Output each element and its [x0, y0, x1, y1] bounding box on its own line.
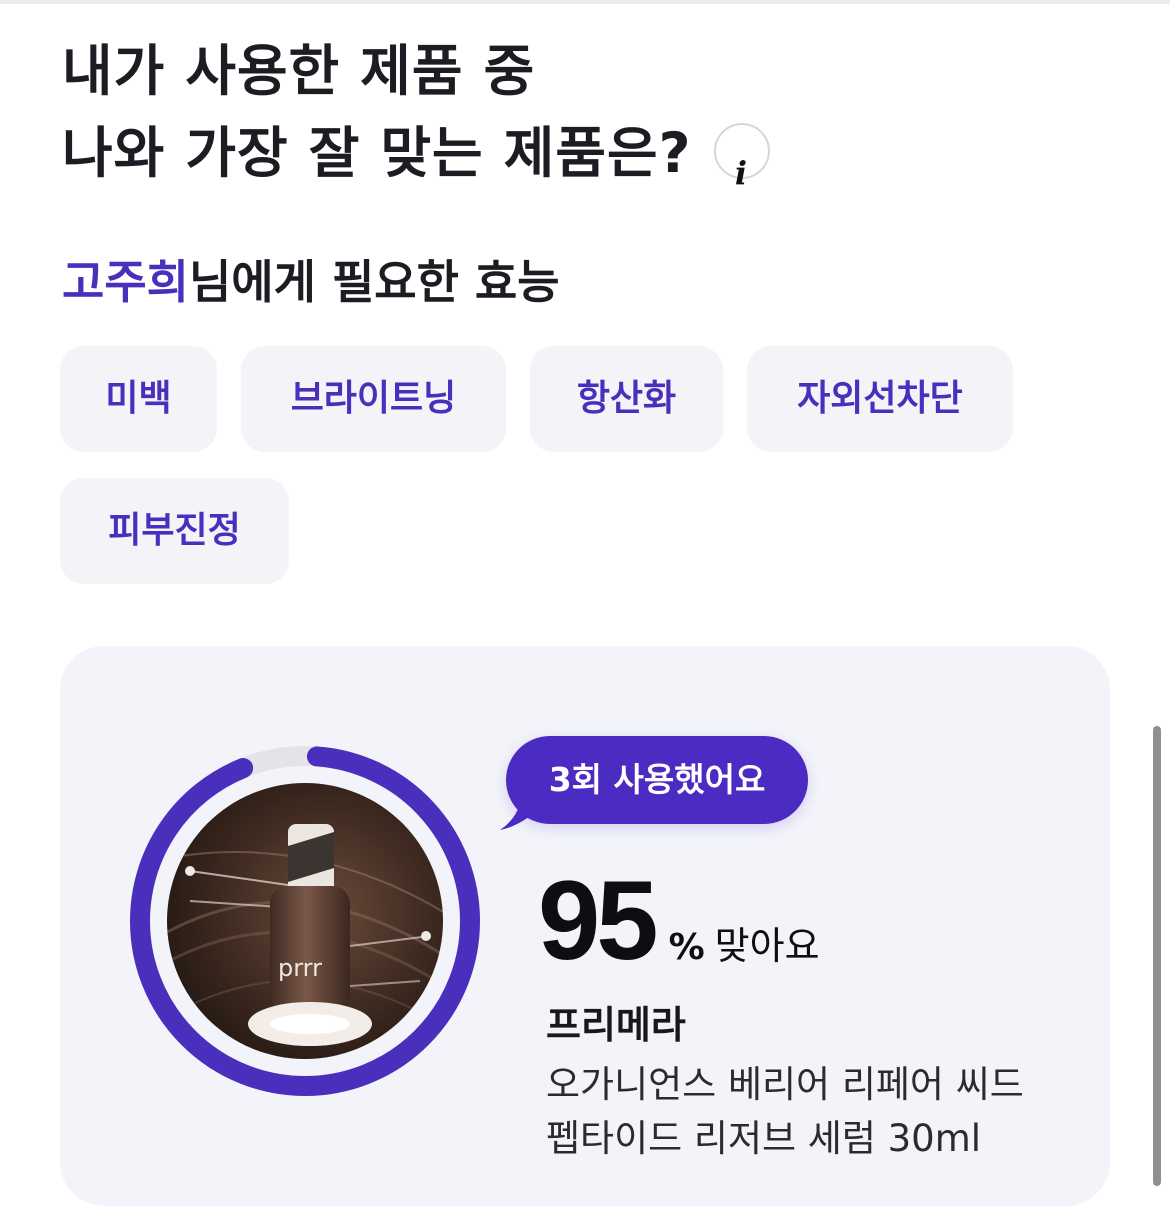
- match-score: 95% 맞아요: [538, 856, 820, 985]
- efficacy-chip-soothing[interactable]: 피부진정: [60, 478, 289, 584]
- efficacy-heading-suffix: 님에게 필요한 효능: [188, 255, 560, 309]
- title-line-2-text: 나와 가장 잘 맞는 제품은?: [62, 121, 692, 185]
- match-percent: 95: [538, 858, 659, 983]
- efficacy-chip-brightening[interactable]: 브라이트닝: [241, 346, 506, 452]
- info-button[interactable]: i: [713, 122, 770, 192]
- scrollbar[interactable]: [1153, 726, 1161, 1186]
- usage-badge-tail: [500, 796, 540, 830]
- match-percent-unit: %: [668, 927, 705, 968]
- efficacy-chip-whitening[interactable]: 미백: [60, 346, 217, 452]
- product-name[interactable]: 오가니언스 베리어 리페어 씨드 펩타이드 리저브 세럼 30ml: [546, 1058, 1066, 1166]
- page-title: 내가 사용한 제품 중 나와 가장 잘 맞는 제품은? i: [62, 30, 770, 194]
- title-line-2: 나와 가장 잘 맞는 제품은? i: [62, 112, 770, 194]
- info-icon: i: [734, 153, 749, 192]
- user-name: 고주희: [62, 255, 189, 309]
- match-ring: prrr: [130, 746, 480, 1096]
- efficacy-chip-uv-protection[interactable]: 자외선차단: [747, 346, 1013, 452]
- top-divider: [0, 0, 1170, 4]
- efficacy-chip-antioxidant[interactable]: 항산화: [530, 346, 723, 452]
- bottle-label: prrr: [278, 954, 322, 982]
- product-match-card[interactable]: prrr 3회 사용했어요 95% 맞아요 프리메라 오가니언스 베리어 리페어 …: [60, 646, 1110, 1206]
- usage-badge: 3회 사용했어요: [506, 736, 808, 824]
- match-label: 맞아요: [714, 924, 820, 968]
- title-line-1: 내가 사용한 제품 중: [62, 39, 536, 103]
- brand-name: 프리메라: [546, 1003, 686, 1047]
- efficacy-heading: 고주희님에게 필요한 효능: [62, 246, 560, 312]
